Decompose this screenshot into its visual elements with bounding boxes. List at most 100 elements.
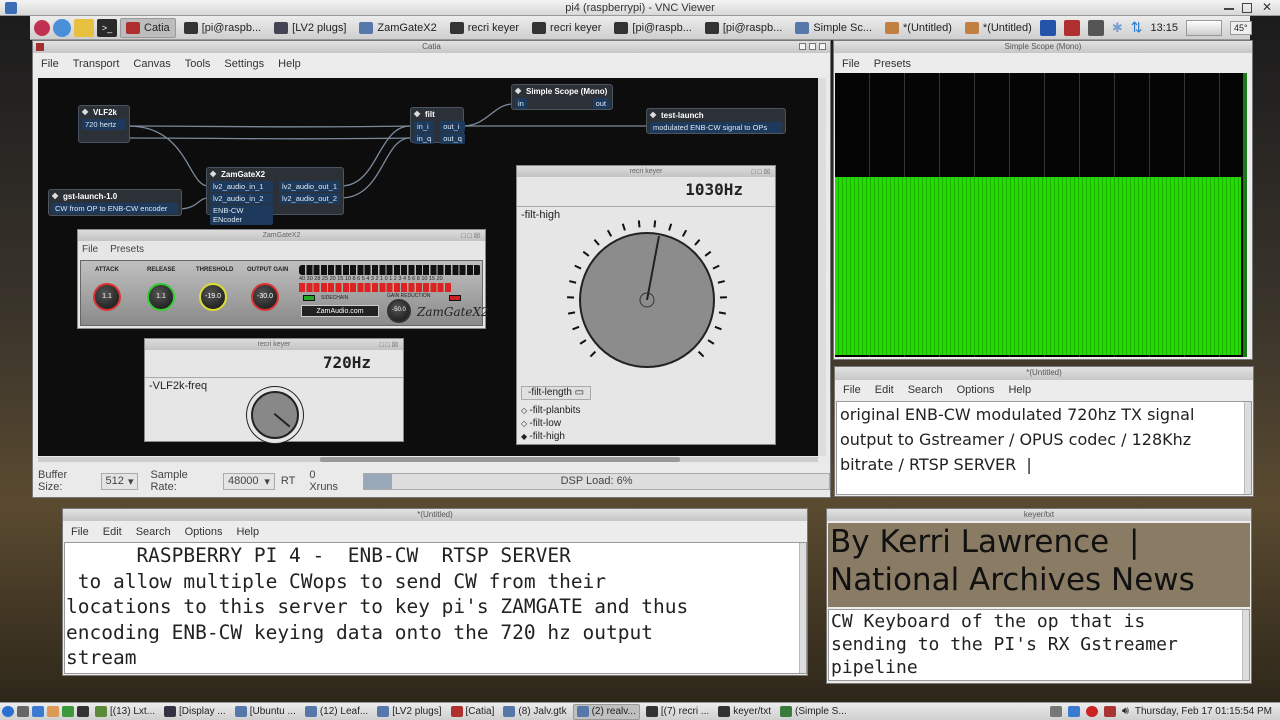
attack-knob[interactable]: 1.1 [93, 283, 121, 311]
cable-gst-zam-in2[interactable] [177, 197, 209, 210]
catia-maximize-button[interactable] [809, 43, 816, 50]
catia-menu-canvas[interactable]: Canvas [133, 58, 170, 70]
taskbar-app-2[interactable]: [LV2 plugs] [269, 18, 351, 38]
bottom-app-8[interactable]: [(7) recri ... [643, 704, 712, 720]
canvas-v-scrollbar[interactable] [818, 78, 826, 456]
bottom-app-5[interactable]: [Catia] [448, 704, 498, 720]
zamgate-menu-presets[interactable]: Presets [110, 244, 144, 255]
release-knob[interactable]: 1.1 [147, 283, 175, 311]
output-gain-knob[interactable]: -30.0 [251, 283, 279, 311]
port-vlf2k-out[interactable]: 720 hertz [82, 119, 126, 130]
catia-close-button[interactable] [819, 43, 826, 50]
minimize-all-icon[interactable] [17, 706, 29, 717]
editor-main-menu-help[interactable]: Help [236, 526, 259, 538]
editor-top-menu-file[interactable]: File [843, 384, 861, 396]
keyboard-icon[interactable] [1049, 706, 1062, 717]
port-zam-in2[interactable]: lv2_audio_in_2 [210, 193, 273, 204]
volume-icon[interactable]: 🔊︎ [1122, 705, 1129, 718]
bottom-app-1[interactable]: [Display ... [161, 704, 229, 720]
cable-vlf-filt-q[interactable] [127, 137, 411, 140]
keyer-txt-scrollbar[interactable] [1242, 610, 1249, 680]
editor-main-menu-edit[interactable]: Edit [103, 526, 122, 538]
bottom-app-0[interactable]: [(13) Lxt... [92, 704, 158, 720]
editor-top-textarea[interactable]: original ENB-CW modulated 720hz TX signa… [836, 401, 1252, 495]
node-zamgatex2[interactable]: ZamGateX2 lv2_audio_in_1lv2_audio_in_2EN… [206, 167, 344, 225]
editor-main-menu-options[interactable]: Options [185, 526, 223, 538]
catia-menu-settings[interactable]: Settings [224, 58, 264, 70]
taskbar-app-9[interactable]: *(Untitled) [880, 18, 957, 38]
bottom-app-3[interactable]: (12) Leaf... [302, 704, 371, 720]
files-icon[interactable] [47, 706, 59, 717]
browser-icon[interactable] [53, 18, 71, 37]
editor-main-menu-file[interactable]: File [71, 526, 89, 538]
taskbar-app-4[interactable]: recri keyer [445, 18, 524, 38]
port-zam-encoder[interactable]: ENB-CW ENcoder [210, 205, 273, 225]
editor-main-menu-search[interactable]: Search [136, 526, 171, 538]
catia-menu-transport[interactable]: Transport [73, 58, 120, 70]
jack-tray-icon[interactable] [1063, 19, 1080, 36]
zamaudio-badge[interactable]: ZamAudio.com [301, 305, 379, 317]
desktop-icon[interactable] [32, 706, 44, 717]
raspberry-menu-icon[interactable] [34, 19, 50, 36]
bluetooth-icon[interactable]: ✱ [1112, 20, 1123, 36]
taskbar-app-0[interactable]: Catia [120, 17, 176, 38]
catia-minimize-button[interactable] [799, 43, 806, 50]
start-menu-icon[interactable] [2, 706, 14, 717]
editor-top-scrollbar[interactable] [1244, 402, 1251, 494]
taskbar-app-8[interactable]: Simple Sc... [790, 18, 877, 38]
bottom-app-6[interactable]: (8) Jalv.gtk [500, 704, 569, 720]
editor-main-scrollbar[interactable] [799, 543, 806, 673]
bottom-app-10[interactable]: (Simple S... [777, 704, 850, 720]
editor-top-menu-search[interactable]: Search [908, 384, 943, 396]
editor-top-menu-options[interactable]: Options [957, 384, 995, 396]
taskbar-app-7[interactable]: [pi@raspb... [700, 18, 787, 38]
port-zam-out2[interactable]: lv2_audio_out_2 [278, 193, 340, 204]
catia-menu-file[interactable]: File [41, 58, 59, 70]
port-zam-in1[interactable]: lv2_audio_in_1 [210, 181, 273, 192]
buffer-size-select[interactable]: 512 ▾ [100, 472, 139, 490]
keyer-option-1[interactable]: ◇ -filt-low [521, 417, 581, 430]
terminal-icon[interactable] [77, 706, 89, 717]
node-simple-scope[interactable]: Simple Scope (Mono) in out [511, 84, 613, 110]
bottom-app-7[interactable]: (2) realv... [572, 703, 640, 720]
port-scope-in[interactable]: in [515, 98, 527, 109]
node-gst-launch[interactable]: gst-launch-1.0 CW from OP to ENB-CW enco… [48, 189, 182, 216]
close-icon[interactable]: ✕ [1262, 1, 1272, 13]
folder-icon[interactable] [74, 18, 94, 37]
sidechain-knob[interactable]: -50.0 [387, 299, 411, 323]
keyer-small-buttons[interactable]: □□☒ [379, 340, 400, 351]
bottom-app-4[interactable]: [LV2 plugs] [374, 704, 444, 720]
taskbar-app-6[interactable]: [pi@raspb... [609, 18, 696, 38]
keyer-txt-textarea[interactable]: CW Keyboard of the op that is sending to … [828, 609, 1250, 681]
keyer-big-buttons[interactable]: □□☒ [751, 167, 772, 178]
sample-rate-select[interactable]: 48000 ▾ [222, 472, 275, 490]
vnc-icon[interactable] [1067, 706, 1080, 717]
sidechain-toggle[interactable] [303, 295, 315, 301]
cable-vlf-filt-i[interactable] [127, 125, 411, 128]
xruns-counter[interactable]: 0 Xruns [309, 469, 347, 493]
port-gst-out[interactable]: CW from OP to ENB-CW encoder [52, 203, 178, 214]
port-filt-in-i[interactable]: in_i [414, 121, 435, 132]
jack-icon[interactable] [1103, 706, 1116, 717]
threshold-knob[interactable]: -19.0 [199, 283, 227, 311]
cadence-tray-icon[interactable] [1087, 19, 1104, 36]
cable-zam-filt-q[interactable] [340, 137, 411, 199]
zamgate-window-buttons[interactable]: □□☒ [461, 231, 482, 242]
maximize-icon[interactable] [1242, 3, 1252, 13]
port-filt-in-q[interactable]: in_q [414, 133, 435, 144]
taskbar-app-5[interactable]: recri keyer [527, 18, 606, 38]
node-vlf2k[interactable]: VLF2k 720 hertz [78, 105, 130, 143]
node-test-launch[interactable]: test-launch modulated ENB-CW signal to O… [646, 108, 786, 134]
scope-display[interactable] [835, 73, 1247, 357]
filt-high-dial[interactable] [565, 218, 729, 382]
datetime[interactable]: Thursday, Feb 17 01:15:54 PM [1135, 706, 1272, 717]
canvas-scroll-thumb[interactable] [320, 457, 680, 462]
node-filt[interactable]: filt in_iin_q out_iout_q [410, 107, 465, 144]
editor-main-textarea[interactable]: RASPBERRY PI 4 - ENB-CW RTSP SERVER to a… [64, 542, 807, 674]
editor-top-menu-help[interactable]: Help [1008, 384, 1031, 396]
vnc-tray-icon[interactable] [1039, 19, 1056, 36]
cable-vlf-zam-in1[interactable] [127, 125, 210, 187]
scope-menu-presets[interactable]: Presets [874, 58, 911, 70]
record-icon[interactable] [1085, 706, 1098, 717]
port-scope-out[interactable]: out [592, 98, 609, 109]
